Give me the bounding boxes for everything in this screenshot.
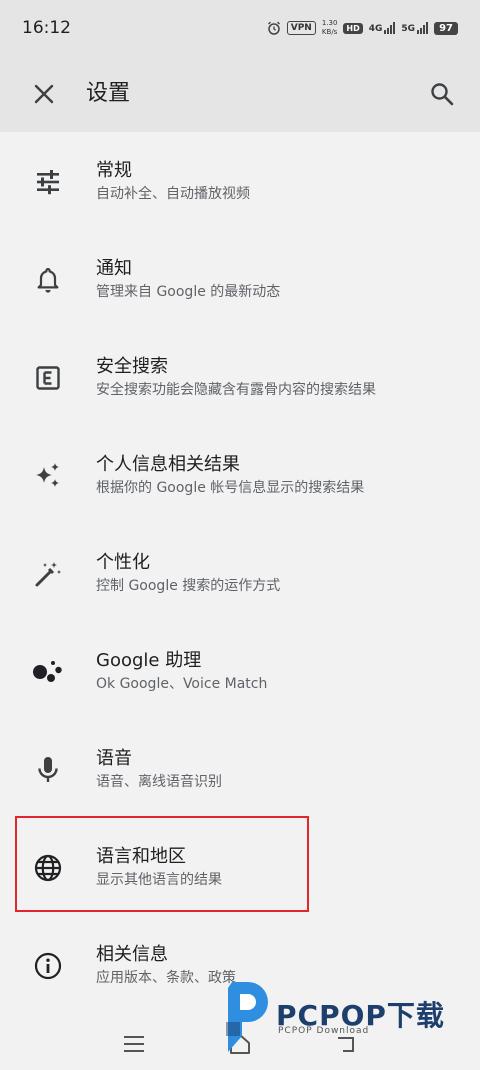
search-button[interactable] <box>424 76 460 112</box>
settings-item-desc: 控制 Google 搜索的运作方式 <box>96 578 281 594</box>
settings-item-assistant[interactable]: Google 助理 Ok Google、Voice Match <box>0 622 480 720</box>
explicit-icon <box>30 360 66 396</box>
pcpop-logo-icon <box>226 982 268 1052</box>
settings-item-safesearch[interactable]: 安全搜索 安全搜索功能会隐藏含有露骨内容的搜索结果 <box>0 328 480 426</box>
settings-item-label: Google 助理 <box>96 650 202 671</box>
settings-item-label: 语言和地区 <box>96 846 186 867</box>
microphone-icon <box>30 752 66 788</box>
page-title: 设置 <box>86 81 131 106</box>
settings-item-voice[interactable]: 语音 语音、离线语音识别 <box>0 720 480 818</box>
status-bar: 16:12 VPN 1.30 KB/s HD 4G 5G 97 <box>0 0 480 56</box>
settings-item-desc: 自动补全、自动播放视频 <box>96 186 250 202</box>
status-time: 16:12 <box>22 18 71 38</box>
info-icon <box>30 948 66 984</box>
settings-item-desc: 应用版本、条款、政策 <box>96 970 236 986</box>
settings-item-desc: Ok Google、Voice Match <box>96 676 268 692</box>
bell-icon <box>30 262 66 298</box>
settings-item-desc: 语音、离线语音识别 <box>96 774 222 790</box>
watermark: PCPOP下载 PCPOP Download <box>216 978 476 1058</box>
vpn-badge: VPN <box>286 21 316 35</box>
settings-item-personal-results[interactable]: 个人信息相关结果 根据你的 Google 帐号信息显示的搜索结果 <box>0 426 480 524</box>
settings-item-label: 个性化 <box>96 552 150 573</box>
settings-item-desc: 显示其他语言的结果 <box>96 872 222 888</box>
settings-item-label: 相关信息 <box>96 944 168 965</box>
settings-item-desc: 根据你的 Google 帐号信息显示的搜索结果 <box>96 480 365 496</box>
settings-list: 常规 自动补全、自动播放视频 通知 管理来自 Google 的最新动态 安全搜索… <box>0 132 480 1014</box>
settings-item-label: 安全搜索 <box>96 356 168 377</box>
battery-indicator: 97 <box>434 21 458 35</box>
settings-item-label: 语音 <box>96 748 132 769</box>
sparkle-icon <box>30 458 66 494</box>
close-button[interactable] <box>26 76 62 112</box>
menu-icon <box>124 1036 144 1052</box>
settings-item-desc: 管理来自 Google 的最新动态 <box>96 284 281 300</box>
net-speed: 1.30 KB/s <box>321 19 338 36</box>
settings-item-personalization[interactable]: 个性化 控制 Google 搜索的运作方式 <box>0 524 480 622</box>
nav-menu-button[interactable] <box>116 1026 152 1062</box>
close-icon <box>34 84 54 104</box>
globe-icon <box>30 850 66 886</box>
settings-item-label: 通知 <box>96 258 132 279</box>
assistant-icon <box>30 654 66 690</box>
alarm-icon <box>267 21 280 35</box>
settings-item-notifications[interactable]: 通知 管理来自 Google 的最新动态 <box>0 230 480 328</box>
settings-item-general[interactable]: 常规 自动补全、自动播放视频 <box>0 132 480 230</box>
settings-item-language-region[interactable]: 语言和地区 显示其他语言的结果 <box>0 818 480 916</box>
settings-item-label: 常规 <box>96 160 132 181</box>
settings-item-label: 个人信息相关结果 <box>96 454 240 475</box>
settings-item-desc: 安全搜索功能会隐藏含有露骨内容的搜索结果 <box>96 382 376 398</box>
tune-icon <box>30 164 66 200</box>
network-4g: 4G <box>369 22 396 34</box>
watermark-subtitle: PCPOP Download <box>278 1026 370 1036</box>
search-icon <box>431 83 454 106</box>
hd-badge: HD <box>343 22 363 34</box>
magic-wand-icon <box>30 556 66 592</box>
status-icons: VPN 1.30 KB/s HD 4G 5G 97 <box>267 19 458 37</box>
app-toolbar: 设置 <box>0 56 480 132</box>
network-5g: 5G <box>401 22 429 34</box>
